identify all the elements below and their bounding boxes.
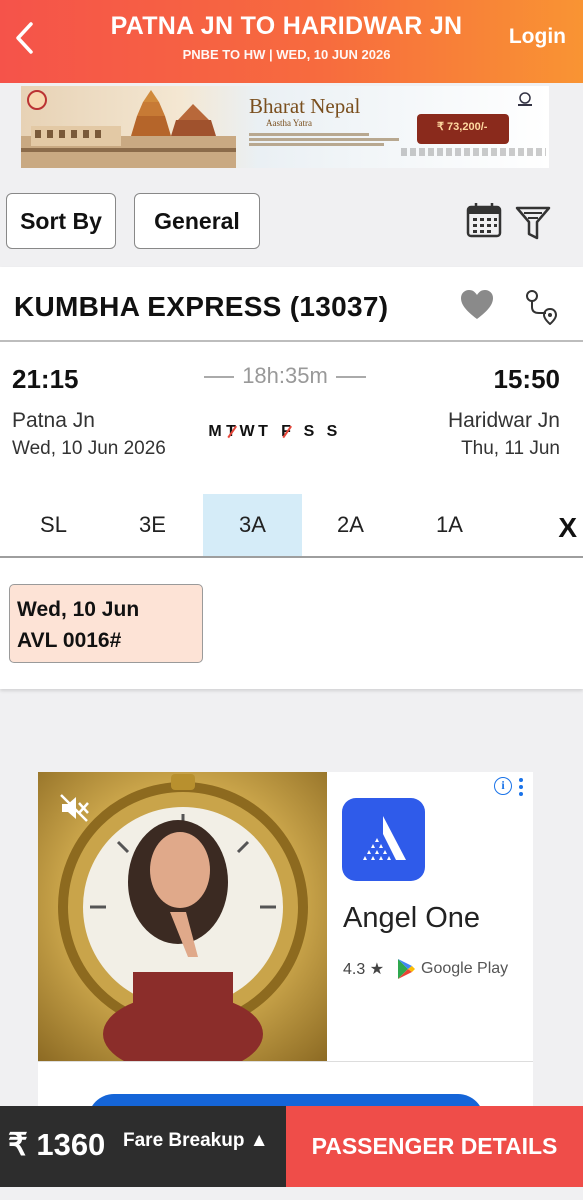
total-fare: ₹ 1360	[8, 1127, 106, 1162]
run-day-mon: M	[208, 423, 222, 440]
filter-funnel-icon[interactable]	[513, 200, 553, 242]
ad-app-name: Angel One	[343, 902, 481, 934]
departure-date: Wed, 10 Jun 2026	[12, 438, 166, 459]
banner-title: Bharat Nepal	[249, 94, 361, 118]
tab-class-3e[interactable]: 3E	[103, 494, 202, 556]
app-header: PATNA JN TO HARIDWAR JN PNBE TO HW | WED…	[0, 0, 583, 83]
tab-class-1a[interactable]: 1A	[400, 494, 499, 556]
heart-icon[interactable]	[459, 287, 495, 323]
availability-card[interactable]: Wed, 10 Jun AVL 0016#	[9, 584, 203, 663]
google-play-icon	[398, 959, 415, 979]
quota-general-button[interactable]: General	[134, 193, 260, 249]
back-button[interactable]	[6, 18, 42, 58]
login-link[interactable]: Login	[509, 25, 566, 49]
banner-fineprint	[249, 131, 429, 148]
tab-class-sl[interactable]: SL	[4, 494, 103, 556]
ad-divider	[38, 1061, 533, 1062]
departure-station: Patna Jn	[12, 409, 95, 432]
tab-class-2a[interactable]: 2A	[301, 494, 400, 556]
arrival-time: 15:50	[493, 364, 561, 394]
more-vertical-icon[interactable]	[518, 778, 524, 796]
card-divider	[0, 340, 583, 342]
ad-container[interactable]: i Angel One 4.3 ★ Google Play	[38, 772, 533, 1124]
arrival-station: Haridwar Jn	[447, 409, 560, 432]
irctc-logo	[27, 90, 47, 110]
promo-banner[interactable]: Bharat Nepal Aastha Yatra ₹ 73,200/-	[21, 86, 549, 168]
ad-app-info[interactable]: i Angel One 4.3 ★ Google Play	[327, 772, 533, 1061]
availability-date: Wed, 10 Jun	[17, 598, 140, 621]
angel-one-app-icon	[342, 798, 425, 881]
run-days: M T W T F S S	[207, 423, 340, 441]
passenger-details-button[interactable]: PASSENGER DETAILS	[286, 1106, 583, 1187]
tab-class-3a[interactable]: 3A	[203, 494, 302, 556]
close-classes-button[interactable]: X	[558, 512, 577, 544]
run-day-tue: T	[223, 423, 239, 441]
departure-time: 21:15	[12, 364, 79, 394]
train-card: KUMBHA EXPRESS (13037) 21:15 18h:35m 15:…	[0, 267, 583, 689]
banner-subtitle: Aastha Yatra	[266, 118, 312, 128]
run-day-thu: T	[258, 423, 268, 440]
info-icon[interactable]: i	[494, 777, 512, 795]
ad-app-rating: 4.3 ★	[343, 961, 385, 978]
ad-video[interactable]	[38, 772, 327, 1061]
run-day-fri: F	[278, 423, 294, 441]
bottom-action-bar: ₹ 1360 Fare Breakup ▲ PASSENGER DETAILS	[0, 1106, 583, 1187]
run-day-sat: S	[303, 423, 315, 440]
page-title: PATNA JN TO HARIDWAR JN	[110, 12, 463, 40]
chevron-left-icon	[16, 22, 33, 54]
banner-temple-image	[21, 90, 236, 168]
arrival-date: Thu, 11 Jun	[461, 438, 560, 459]
run-day-sun: S	[326, 423, 338, 440]
class-tabs: SL 3E 3A 2A 1A X	[0, 494, 583, 556]
partner-logo-icon	[518, 92, 532, 106]
store-name: Google Play	[421, 960, 509, 977]
route-map-icon[interactable]	[522, 287, 560, 325]
fare-summary: ₹ 1360 Fare Breakup ▲	[0, 1106, 286, 1187]
train-name: KUMBHA EXPRESS (13037)	[14, 291, 389, 322]
journey-subtitle: PNBE TO HW | WED, 10 JUN 2026	[182, 47, 391, 62]
run-day-wed: W	[239, 423, 255, 440]
calendar-icon[interactable]	[464, 200, 504, 242]
mute-icon[interactable]	[58, 792, 90, 824]
tabs-divider	[0, 556, 583, 558]
banner-price: ₹ 73,200/-	[417, 114, 509, 144]
fare-breakup-toggle[interactable]: Fare Breakup ▲	[123, 1130, 269, 1152]
sort-by-button[interactable]: Sort By	[6, 193, 116, 249]
google-play-badge: Google Play	[396, 958, 508, 980]
availability-status: AVL 0016#	[17, 629, 122, 652]
journey-duration: 18h:35m	[193, 363, 377, 389]
banner-footer-strip	[401, 148, 546, 156]
